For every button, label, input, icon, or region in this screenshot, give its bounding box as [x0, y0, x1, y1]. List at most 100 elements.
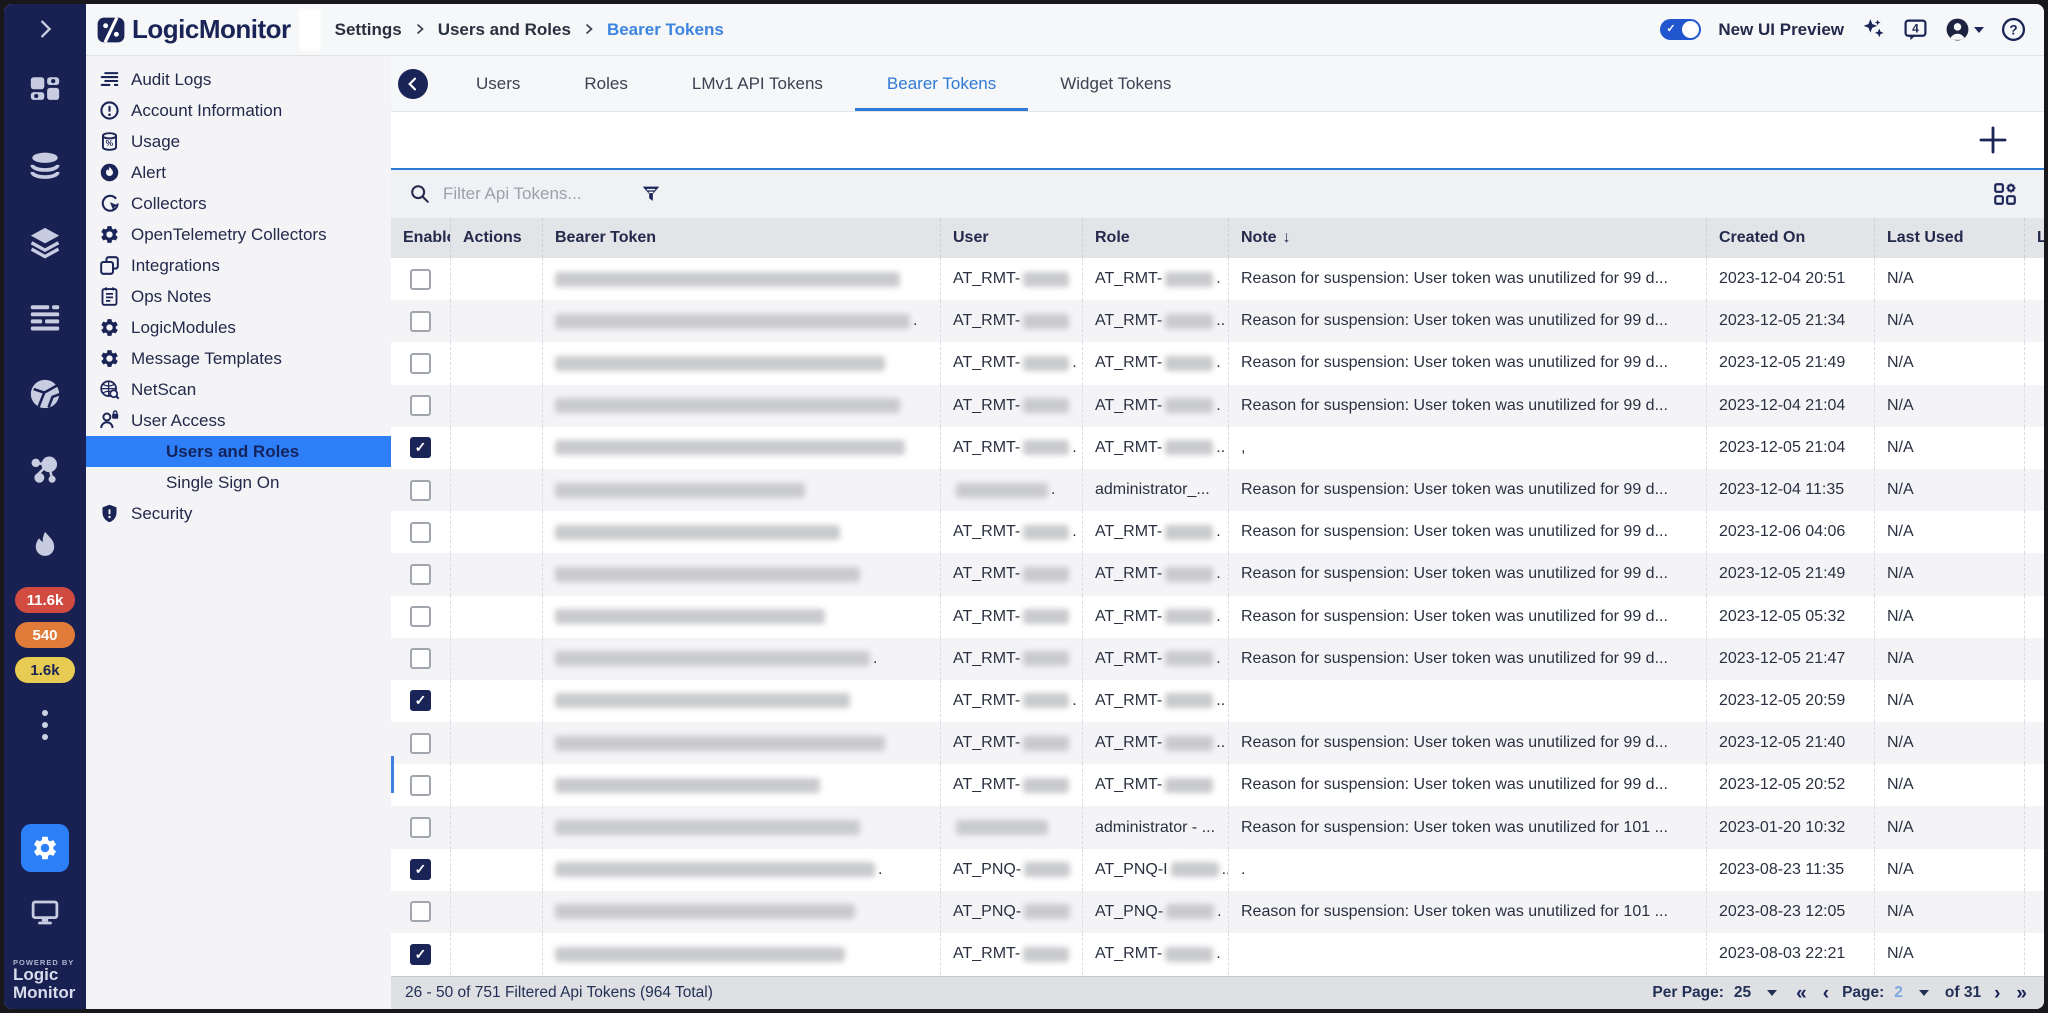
enable-checkbox[interactable]: ✓ — [410, 522, 431, 543]
breadcrumb-bearer-tokens[interactable]: Bearer Tokens — [607, 20, 724, 40]
redacted-bearer-token — [555, 736, 885, 751]
alert-count-badge[interactable]: 1.6k — [15, 657, 75, 683]
avatar-icon — [1945, 17, 1970, 42]
chevron-down-icon[interactable] — [1919, 990, 1929, 996]
column-header-note[interactable]: Note↓ — [1229, 218, 1707, 258]
role-cell: AT_PNQ-I... — [1083, 849, 1229, 891]
enable-checkbox[interactable]: ✓ — [410, 901, 431, 922]
sidebar-item[interactable]: OpenTelemetry Collectors — [86, 219, 391, 250]
previous-page-icon[interactable]: ‹ — [1820, 984, 1832, 1003]
redacted-role — [1165, 778, 1213, 793]
sidebar-item-label: OpenTelemetry Collectors — [131, 225, 327, 245]
enable-checkbox[interactable]: ✓ — [410, 437, 431, 458]
sidebar-item[interactable]: % Usage — [86, 126, 391, 157]
chevron-down-icon — [1974, 27, 1984, 33]
column-header-user[interactable]: User — [941, 218, 1083, 258]
enable-checkbox[interactable]: ✓ — [410, 944, 431, 965]
tab[interactable]: Roles — [552, 56, 659, 111]
sidebar-item[interactable]: Ops Notes — [86, 281, 391, 312]
help-icon[interactable]: ? — [2001, 17, 2026, 42]
sidebar-item[interactable]: Audit Logs — [86, 64, 391, 95]
enable-checkbox[interactable]: ✓ — [410, 480, 431, 501]
enable-checkbox[interactable]: ✓ — [410, 353, 431, 374]
sidebar-item[interactable]: Alert — [86, 157, 391, 188]
breadcrumb-settings[interactable]: Settings — [335, 20, 402, 40]
sidebar-item[interactable]: LogicModules — [86, 312, 391, 343]
logs-icon[interactable] — [27, 300, 63, 336]
page-number-input[interactable]: 2 — [1894, 984, 1903, 1002]
enable-checkbox[interactable]: ✓ — [410, 606, 431, 627]
last-page-icon[interactable]: » — [2013, 984, 2030, 1003]
enable-checkbox[interactable]: ✓ — [410, 648, 431, 669]
sidebar-item[interactable]: NetScan — [86, 374, 391, 405]
enable-checkbox[interactable]: ✓ — [410, 269, 431, 290]
more-options-icon[interactable] — [4, 710, 86, 740]
column-header-created-on[interactable]: Created On — [1707, 218, 1875, 258]
filter-bar — [391, 168, 2044, 218]
enable-checkbox[interactable]: ✓ — [410, 775, 431, 796]
user-menu[interactable] — [1945, 17, 1984, 42]
column-header-last-used[interactable]: Last Used — [1875, 218, 2025, 258]
sidebar-item[interactable]: Integrations — [86, 250, 391, 281]
breadcrumb-users-and-roles[interactable]: Users and Roles — [438, 20, 571, 40]
sidebar-item[interactable]: Collectors — [86, 188, 391, 219]
tab[interactable]: LMv1 API Tokens — [660, 56, 855, 111]
column-settings-icon[interactable] — [1992, 181, 2018, 207]
redacted-role — [1165, 272, 1213, 287]
sidebar-item[interactable]: Single Sign On — [86, 467, 391, 498]
alerts-icon[interactable] — [27, 528, 63, 564]
enable-checkbox[interactable]: ✓ — [410, 690, 431, 711]
remote-session-button[interactable] — [4, 897, 86, 927]
sparkles-icon[interactable] — [1861, 17, 1886, 42]
per-page-value[interactable]: 25 — [1734, 984, 1751, 1002]
sidebar-item[interactable]: Users and Roles — [86, 436, 391, 467]
enable-checkbox[interactable]: ✓ — [410, 311, 431, 332]
column-header-bearer-token[interactable]: Bearer Token — [543, 218, 941, 258]
enable-checkbox[interactable]: ✓ — [410, 733, 431, 754]
sidebar-item[interactable]: Message Templates — [86, 343, 391, 374]
user-cell: AT_RMT-. — [941, 427, 1083, 469]
sidebar-item[interactable]: Account Information — [86, 95, 391, 126]
tab[interactable]: Widget Tokens — [1028, 56, 1203, 111]
new-ui-preview-toggle[interactable]: ✓ — [1660, 19, 1701, 40]
websites-icon[interactable] — [27, 376, 63, 412]
column-header-role[interactable]: Role — [1083, 218, 1229, 258]
bearer-token-cell — [543, 553, 941, 595]
sidebar-item-label: Audit Logs — [131, 70, 211, 90]
note-cell: Reason for suspension: User token was un… — [1229, 722, 1707, 764]
redacted-user — [1023, 609, 1069, 624]
filter-input[interactable] — [441, 183, 626, 205]
column-header-clipped[interactable]: Lo — [2025, 218, 2044, 258]
alert-count-badge[interactable]: 540 — [15, 622, 75, 648]
column-header-actions[interactable]: Actions — [451, 218, 543, 258]
scroll-position-indicator — [391, 756, 394, 793]
enable-checkbox[interactable]: ✓ — [410, 859, 431, 880]
sidebar-item[interactable]: User Access — [86, 405, 391, 436]
first-page-icon[interactable]: « — [1793, 984, 1810, 1003]
settings-nav-button[interactable] — [21, 824, 69, 872]
enable-checkbox[interactable]: ✓ — [410, 395, 431, 416]
redacted-role — [1165, 440, 1213, 455]
dashboards-icon[interactable] — [27, 72, 63, 108]
clipped-cell — [2025, 764, 2044, 806]
modules-icon[interactable] — [27, 224, 63, 260]
logicmonitor-logo[interactable]: LogicMonitor — [96, 14, 291, 45]
enable-checkbox[interactable]: ✓ — [410, 564, 431, 585]
sidebar-item[interactable]: Security — [86, 498, 391, 529]
mapping-icon[interactable] — [27, 452, 63, 488]
alert-count-badge[interactable]: 11.6k — [15, 587, 75, 613]
column-header-enable[interactable]: Enable — [391, 218, 451, 258]
expand-rail-button[interactable] — [4, 18, 86, 40]
chevron-down-icon[interactable] — [1767, 990, 1777, 996]
resources-icon[interactable] — [27, 148, 63, 184]
nav-rail: 11.6k 540 1.6k POWERED BY Logic Monitor — [4, 4, 86, 1009]
add-token-button[interactable] — [1976, 123, 2010, 157]
filter-funnel-icon[interactable] — [640, 183, 662, 205]
tab[interactable]: Users — [444, 56, 552, 111]
collapse-sidebar-button[interactable] — [398, 69, 428, 99]
enable-checkbox[interactable]: ✓ — [410, 817, 431, 838]
tab[interactable]: Bearer Tokens — [855, 56, 1028, 111]
sidebar-item-label: Ops Notes — [131, 287, 211, 307]
feedback-icon[interactable]: 4 — [1903, 17, 1928, 42]
next-page-icon[interactable]: › — [1991, 984, 2003, 1003]
